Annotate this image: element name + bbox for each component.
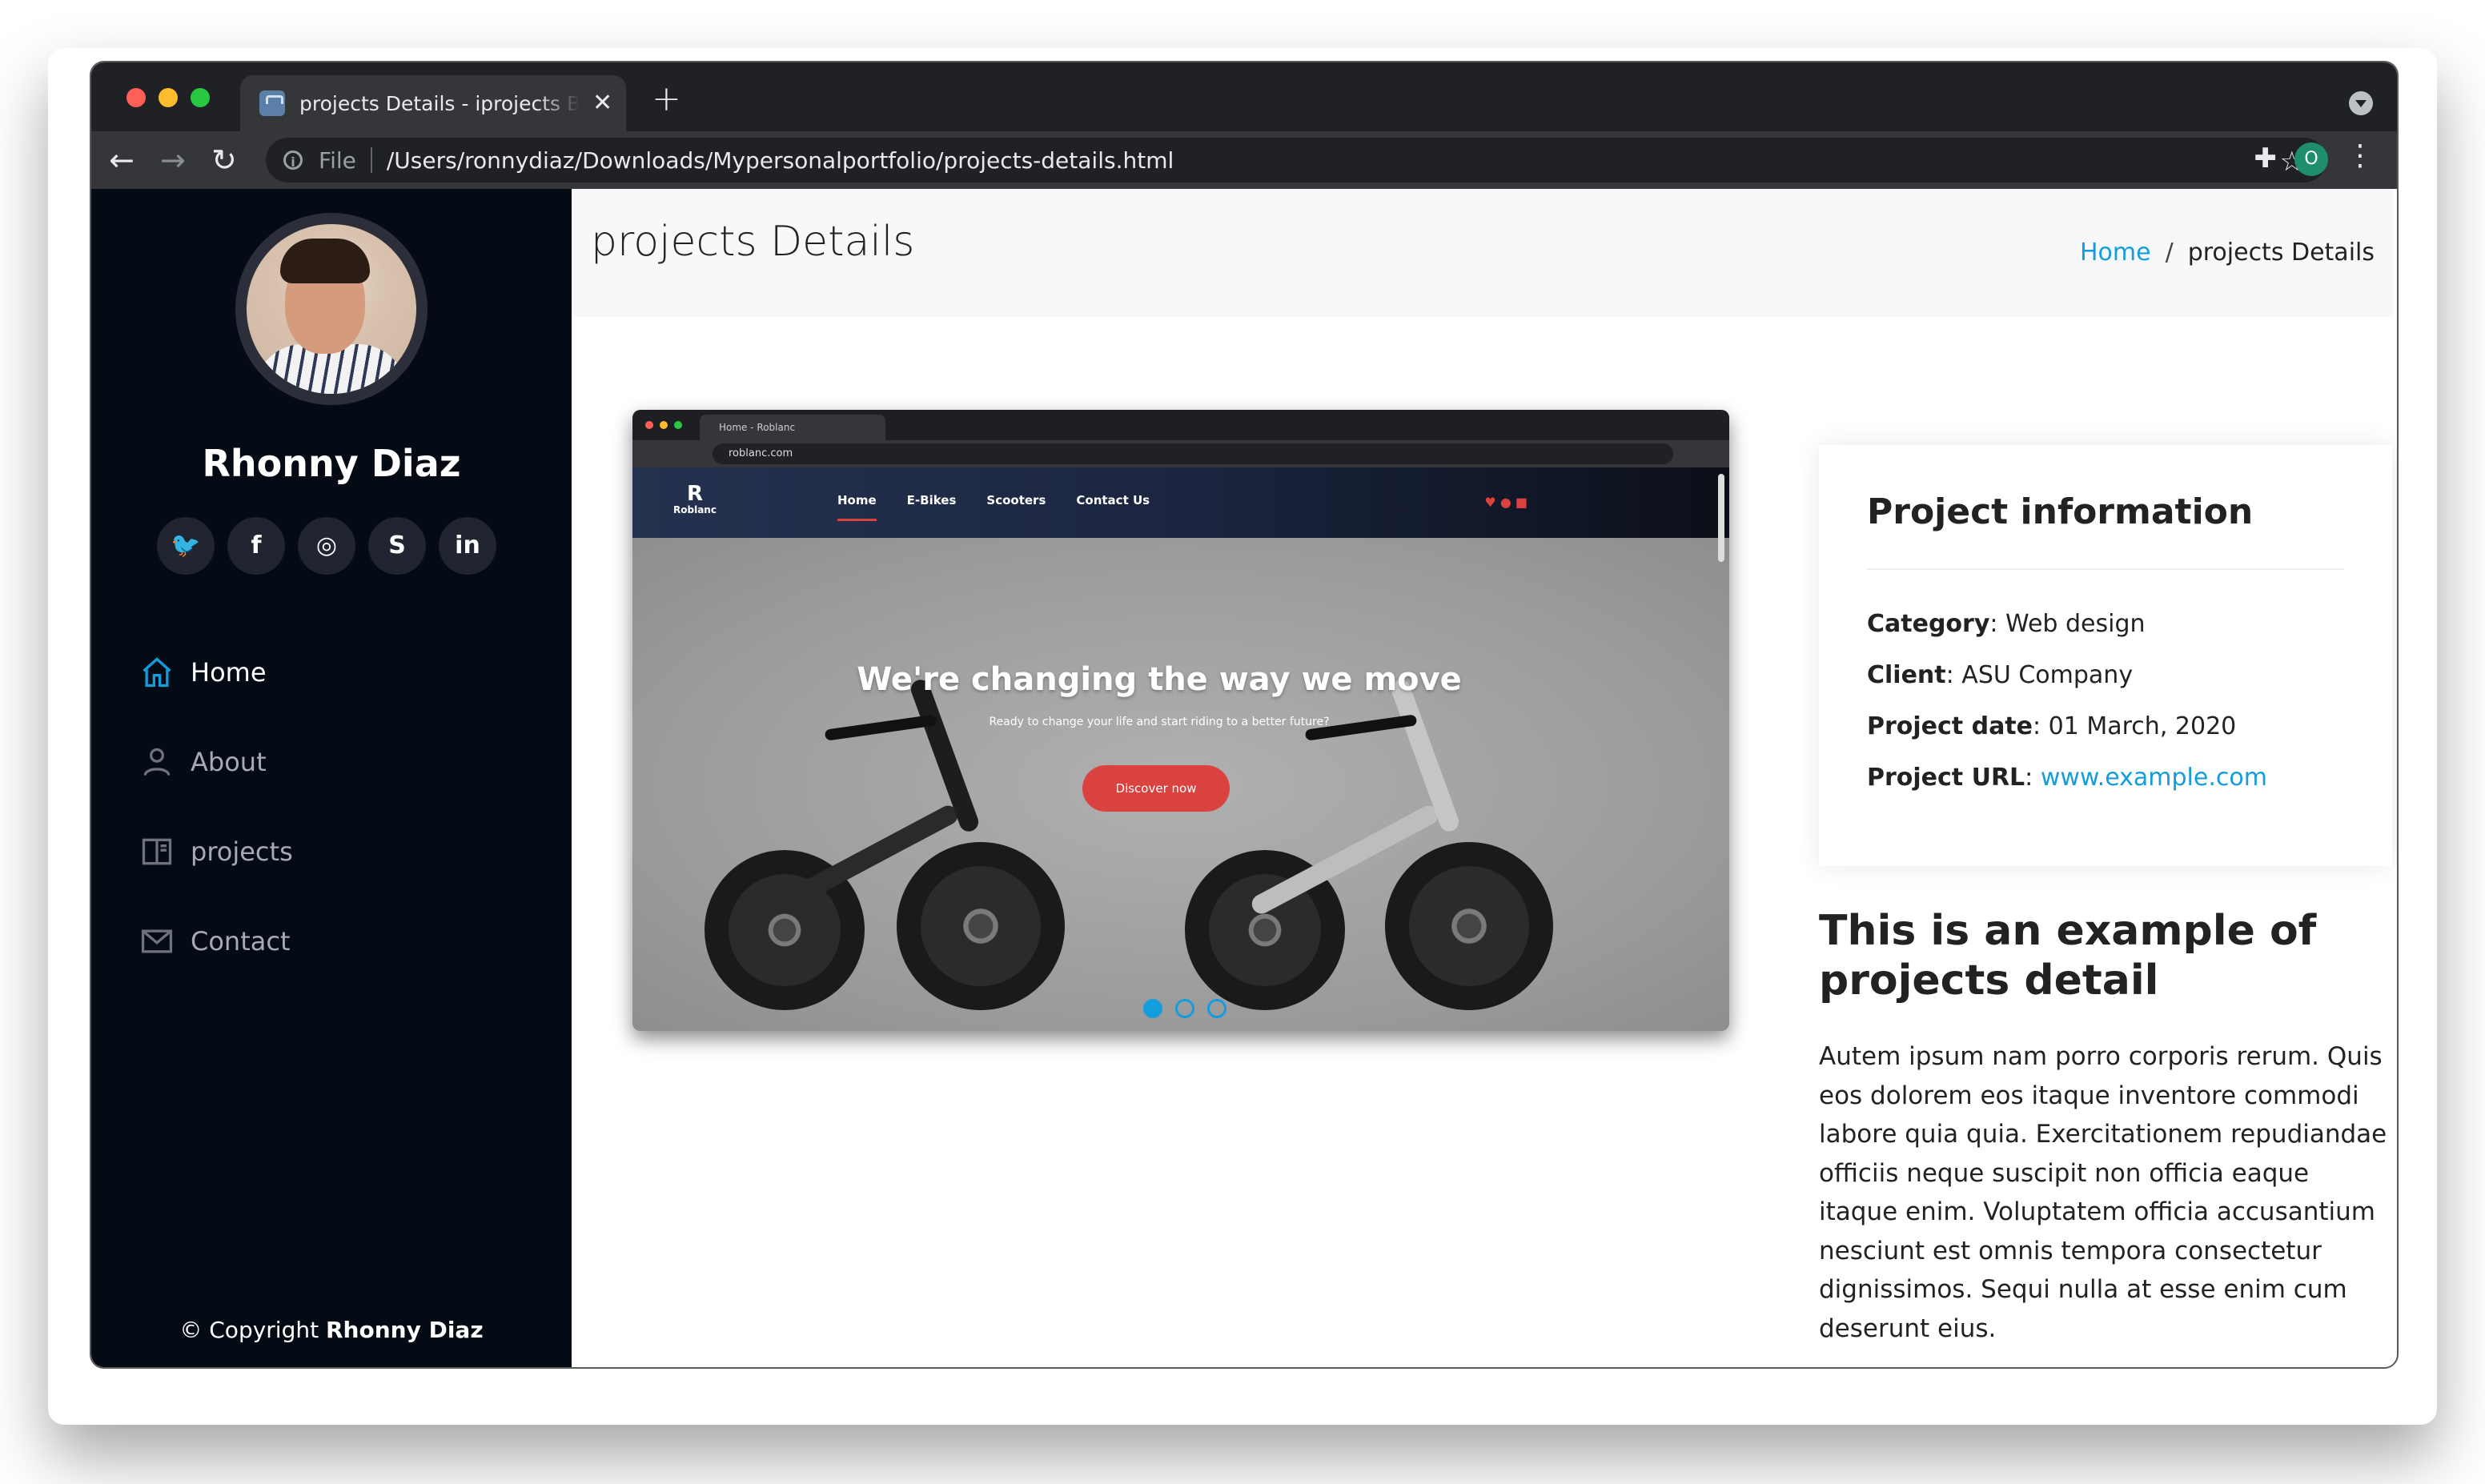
carousel-pagination <box>1143 999 1226 1018</box>
book-icon <box>142 838 172 865</box>
screenshot-tab: Home - Roblanc <box>700 415 885 440</box>
facebook-icon[interactable]: f <box>227 517 285 575</box>
screenshot-nav-ebikes: E-Bikes <box>906 493 957 507</box>
project-info-card: Project information Category: Web design… <box>1819 445 2392 866</box>
info-date: Project date: 01 March, 2020 <box>1867 712 2237 740</box>
tab-close-icon[interactable]: ✕ <box>592 91 612 115</box>
social-links: 🐦 f ◎ S in <box>157 517 496 575</box>
browser-window: projects Details - iprojects Bootstrap T… <box>90 61 2399 1369</box>
nav-item-contact[interactable]: Contact <box>139 896 293 986</box>
tab-title: projects Details - iprojects Bootstrap T… <box>299 91 580 115</box>
address-bar[interactable]: i File /Users/ronnydiaz/Downloads/Mypers… <box>266 138 2326 182</box>
omnibox-divider <box>370 147 372 173</box>
screenshot-url: roblanc.com <box>713 443 1673 464</box>
breadcrumb-separator: / <box>2165 239 2174 267</box>
screenshot-nav-home: Home <box>837 493 877 521</box>
screenshot-site-nav: R Roblanc Home E-Bikes Scooters Contact … <box>632 467 1729 538</box>
info-url: Project URL: www.example.com <box>1867 764 2267 792</box>
info-value: ASU Company <box>1961 661 2134 689</box>
screenshot-scrollbar <box>1718 474 1724 562</box>
copyright: © Copyright Rhonny Diaz <box>91 1317 572 1343</box>
info-label: Category <box>1867 610 1990 638</box>
carousel-dot-3[interactable] <box>1207 999 1226 1018</box>
nav-label: projects <box>191 836 293 867</box>
divider <box>1867 568 2344 570</box>
url-text[interactable]: /Users/ronnydiaz/Downloads/Mypersonalpor… <box>387 147 1174 174</box>
new-tab-button[interactable]: + <box>652 82 681 117</box>
extensions-puzzle-icon[interactable]: ✚ <box>2254 142 2278 174</box>
copyright-prefix: © Copyright <box>179 1317 326 1343</box>
roblanc-logo: R Roblanc <box>671 482 719 527</box>
nav-label: About <box>191 747 267 777</box>
nav-label: Home <box>191 657 267 688</box>
project-screenshot[interactable]: Home - Roblanc roblanc.com R Roblanc Hom… <box>632 410 1729 1031</box>
nav-label: Contact <box>191 926 291 957</box>
screenshot-tabbar: Home - Roblanc <box>632 410 1729 440</box>
profile-avatar[interactable]: O <box>2294 142 2328 176</box>
home-icon <box>143 657 171 688</box>
briefcase-icon <box>259 90 285 116</box>
browser-toolbar: ← → ↻ i File /Users/ronnydiaz/Downloads/… <box>91 131 2397 189</box>
carousel-dot-1[interactable] <box>1143 999 1162 1018</box>
close-window-button[interactable] <box>126 88 146 107</box>
info-value: Web design <box>2005 610 2146 638</box>
nav-item-about[interactable]: About <box>139 717 293 807</box>
description-text: Autem ipsum nam porro corporis rerum. Qu… <box>1819 1042 2387 1343</box>
profile-name: Rhonny Diaz <box>202 442 461 485</box>
cart-icon: ♥ ● ■ <box>1484 495 1528 510</box>
screenshot-toolbar: roblanc.com <box>632 440 1729 467</box>
browser-menu-icon[interactable]: ⋮ <box>2346 139 2375 172</box>
info-category: Category: Web design <box>1867 610 2146 638</box>
sidebar: Rhonny Diaz 🐦 f ◎ S in Home About projec… <box>91 189 572 1367</box>
project-url-link[interactable]: www.example.com <box>2041 764 2267 792</box>
tab-bar: projects Details - iprojects Bootstrap T… <box>91 62 2397 131</box>
minimize-window-button[interactable] <box>159 88 178 107</box>
nav-item-home[interactable]: Home <box>139 628 293 717</box>
skype-icon[interactable]: S <box>368 517 426 575</box>
page-header: projects Details Home / projects Details <box>572 189 2394 317</box>
screenshot-hero: We're changing the way we move Ready to … <box>632 538 1729 1031</box>
page-title: projects Details <box>591 218 915 266</box>
screenshot-hero-subtitle: Ready to change your life and start ridi… <box>989 716 1330 728</box>
screenshot-nav-scooters: Scooters <box>986 493 1046 507</box>
info-label: Project date <box>1867 712 2033 740</box>
forward-arrow-icon[interactable]: → <box>160 142 186 178</box>
back-arrow-icon[interactable]: ← <box>109 142 134 178</box>
browser-tab[interactable]: projects Details - iprojects Bootstrap T… <box>240 75 626 131</box>
envelope-icon <box>141 929 173 953</box>
main-content: projects Details Home / projects Details H… <box>572 189 2394 1367</box>
twitter-icon[interactable]: 🐦 <box>157 517 215 575</box>
profile-photo <box>235 213 428 405</box>
screenshot-discover-button: Discover now <box>1082 765 1230 812</box>
breadcrumb-current: projects Details <box>2187 239 2375 267</box>
screenshot-nav-links: Home E-Bikes Scooters Contact Us <box>837 493 1150 521</box>
screenshot-hero-title: We're changing the way we move <box>857 661 1462 698</box>
reload-icon[interactable]: ↻ <box>211 142 237 178</box>
person-icon <box>143 748 171 776</box>
logo-letter: R <box>686 482 704 506</box>
carousel-dot-2[interactable] <box>1175 999 1194 1018</box>
info-label: Project URL <box>1867 764 2025 792</box>
project-info-title: Project information <box>1867 491 2254 532</box>
copyright-name: Rhonny Diaz <box>325 1317 484 1343</box>
logo-text: Roblanc <box>673 504 717 515</box>
tab-search-icon[interactable] <box>2349 91 2373 115</box>
breadcrumb: Home / projects Details <box>2080 239 2375 267</box>
info-client: Client: ASU Company <box>1867 661 2134 689</box>
web-page: Rhonny Diaz 🐦 f ◎ S in Home About projec… <box>91 189 2397 1367</box>
screenshot-nav-contact: Contact Us <box>1076 493 1150 507</box>
nav-item-projects[interactable]: projects <box>139 807 293 896</box>
description-title: This is an example of projects detail <box>1819 907 2317 1005</box>
breadcrumb-home-link[interactable]: Home <box>2080 239 2151 267</box>
url-scheme: File <box>319 146 356 174</box>
zoom-window-button[interactable] <box>191 88 210 107</box>
info-label: Client <box>1867 661 1946 689</box>
linkedin-icon[interactable]: in <box>439 517 496 575</box>
info-value: 01 March, 2020 <box>2048 712 2237 740</box>
project-info-list: Category: Web design Client: ASU Company… <box>1867 599 2267 804</box>
instagram-icon[interactable]: ◎ <box>298 517 355 575</box>
nav-menu: Home About projects Contact <box>139 628 293 986</box>
info-icon[interactable]: i <box>283 150 303 170</box>
